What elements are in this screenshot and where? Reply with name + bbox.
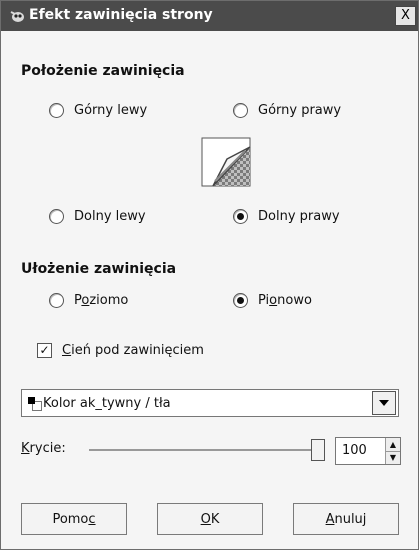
checkbox-label: Cień pod zawinięciem [62, 343, 204, 358]
title-bar[interactable]: Efekt zawinięcia strony X [1, 1, 418, 31]
spin-up-icon[interactable]: ▲ [386, 438, 400, 451]
opacity-spinbox[interactable]: 100 ▲ ▼ [335, 437, 401, 465]
radio-bottom-right[interactable]: Dolny prawy [233, 209, 340, 224]
fg-bg-color-icon [28, 397, 42, 411]
opacity-value[interactable]: 100 [336, 438, 385, 464]
opacity-slider-handle[interactable] [311, 439, 325, 461]
close-button[interactable]: X [395, 6, 416, 26]
position-section-title: Położenie zawinięcia [21, 63, 185, 79]
radio-indicator [233, 103, 248, 118]
radio-indicator [49, 103, 64, 118]
radio-top-left[interactable]: Górny lewy [49, 103, 147, 118]
radio-label: Pionowo [258, 293, 312, 308]
page-curl-preview-icon [201, 137, 251, 187]
orientation-section-title: Ułożenie zawinięcia [21, 261, 177, 277]
combo-value: Kolor ak_tywny / tła [43, 395, 171, 411]
ok-button[interactable]: OK [157, 503, 263, 535]
radio-indicator [233, 293, 248, 308]
radio-label: Dolny prawy [258, 209, 340, 224]
chevron-down-icon[interactable] [372, 391, 396, 415]
shadow-checkbox[interactable]: ✓ Cień pod zawinięciem [37, 343, 204, 358]
help-button[interactable]: Pomo c [21, 503, 127, 535]
gimp-wilber-icon [10, 11, 24, 22]
radio-indicator [233, 209, 248, 224]
checkmark-icon: ✓ [37, 343, 52, 358]
cancel-button[interactable]: Anuluj [293, 503, 399, 535]
radio-label: Górny lewy [74, 103, 148, 118]
radio-indicator [49, 293, 64, 308]
opacity-label: Krycie: [21, 441, 66, 456]
dialog-window: Efekt zawinięcia strony X Położenie zawi… [0, 0, 419, 550]
radio-vertical[interactable]: Pionowo [233, 293, 312, 308]
radio-indicator [49, 209, 64, 224]
radio-label: Górny prawy [258, 103, 342, 118]
spin-down-icon[interactable]: ▼ [386, 450, 400, 464]
radio-bottom-left[interactable]: Dolny lewy [49, 209, 146, 224]
radio-horizontal[interactable]: Poziomo [49, 293, 128, 308]
radio-label: Poziomo [74, 293, 129, 308]
window-title: Efekt zawinięcia strony [29, 7, 213, 23]
gradient-combo[interactable]: Kolor ak_tywny / tła [21, 389, 399, 417]
radio-top-right[interactable]: Górny prawy [233, 103, 341, 118]
opacity-slider-track[interactable] [89, 449, 319, 451]
spin-buttons: ▲ ▼ [385, 438, 400, 464]
radio-label: Dolny lewy [74, 209, 146, 224]
